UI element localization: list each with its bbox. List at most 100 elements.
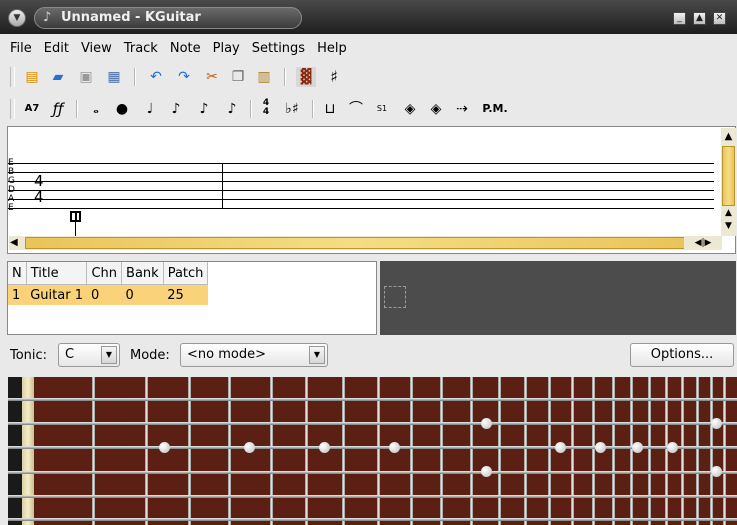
chevron-down-icon[interactable]: ▼ xyxy=(101,346,117,364)
let-ring-arrow-icon[interactable]: ⇢ xyxy=(452,99,472,119)
table-cell: 0 xyxy=(121,284,164,305)
harmonic-icon[interactable]: ◈ xyxy=(400,99,420,119)
fret-marker[interactable] xyxy=(711,418,722,429)
column-header[interactable]: N xyxy=(8,262,27,285)
tonic-label: Tonic: xyxy=(10,348,48,363)
edit-cursor xyxy=(70,211,81,222)
note-toolbar: A7 ƒƒ 𝅝 ● ♩ ♪ ♪ ♪ 4 4 ♭♯ ⊔ ⌒ S1 ◈ ◈ ⇢ P.… xyxy=(0,96,737,122)
fret-marker[interactable] xyxy=(667,442,678,453)
bar-line xyxy=(222,163,223,209)
fret-marker[interactable] xyxy=(481,418,492,429)
pattern-cell[interactable] xyxy=(384,286,406,308)
fret-marker[interactable] xyxy=(632,442,643,453)
mode-label: Mode: xyxy=(130,348,170,363)
fret-marker[interactable] xyxy=(595,442,606,453)
menu-bar: File Edit View Track Note Play Settings Help xyxy=(0,38,737,60)
menu-note[interactable]: Note xyxy=(164,38,207,60)
table-cell: Guitar 1 xyxy=(26,284,87,305)
new-file-icon[interactable]: ▤ xyxy=(22,67,42,87)
scroll-left-right-arrows-icon[interactable]: ◀|▶ xyxy=(684,236,722,250)
fret-marker[interactable] xyxy=(244,442,255,453)
scroll-left-arrow-icon[interactable]: ◀ xyxy=(10,236,22,250)
sixteenth-note-icon[interactable]: ♪ xyxy=(194,99,214,119)
key-signature-icon[interactable]: ♭♯ xyxy=(282,99,302,119)
toolbar-separator xyxy=(250,100,252,118)
column-header[interactable]: Patch xyxy=(163,262,209,285)
undo-icon[interactable]: ↶ xyxy=(146,67,166,87)
mode-select[interactable]: <no mode> ▼ xyxy=(180,343,328,367)
copy-icon[interactable]: ❐ xyxy=(228,67,248,87)
menu-file[interactable]: File xyxy=(0,38,38,60)
pen-icon[interactable]: ƒƒ xyxy=(48,99,68,119)
fret-marker[interactable] xyxy=(319,442,330,453)
table-cell: 0 xyxy=(86,284,122,305)
table-row[interactable]: 1 Guitar 1 0 0 25 xyxy=(8,284,208,305)
link-notes-icon[interactable]: ⊔ xyxy=(320,99,340,119)
column-header[interactable]: Title xyxy=(26,262,88,285)
fret-marker[interactable] xyxy=(555,442,566,453)
fret-marker[interactable] xyxy=(159,442,170,453)
palm-mute-button[interactable]: P.M. xyxy=(480,99,510,119)
window-menu-button[interactable]: ▼ xyxy=(8,9,26,27)
toolbar-grip[interactable] xyxy=(10,99,15,119)
toolbar-separator xyxy=(284,68,286,86)
column-header[interactable]: Chn xyxy=(86,262,123,285)
string-label: E xyxy=(8,203,14,213)
tie-icon[interactable]: ⌒ xyxy=(346,99,366,119)
menu-edit[interactable]: Edit xyxy=(38,38,75,60)
chord-button[interactable]: A7 xyxy=(22,99,42,119)
whole-note-icon[interactable]: 𝅝 xyxy=(86,99,106,119)
tab-horizontal-scrollbar[interactable]: ◀ xyxy=(9,236,719,250)
cut-icon[interactable]: ✂ xyxy=(202,67,222,87)
print-icon[interactable]: ▦ xyxy=(104,67,124,87)
paste-icon[interactable]: ▥ xyxy=(254,67,274,87)
redo-icon[interactable]: ↷ xyxy=(174,67,194,87)
thirty-second-note-icon[interactable]: ♪ xyxy=(222,99,242,119)
toolbar-separator xyxy=(134,68,136,86)
scroll-up-arrow-icon[interactable]: ▲ xyxy=(722,130,735,143)
tab-vertical-scrollbar[interactable]: ▲ ▲ ▼ xyxy=(721,128,736,236)
tab-note[interactable]: 4 xyxy=(34,190,44,205)
minimize-button[interactable]: _ xyxy=(673,12,686,25)
toolbar-grip[interactable] xyxy=(10,67,15,87)
tab-note[interactable]: 4 xyxy=(34,174,44,189)
menu-view[interactable]: View xyxy=(75,38,118,60)
half-note-icon[interactable]: ● xyxy=(112,99,132,119)
tonic-select[interactable]: C ▼ xyxy=(58,343,120,367)
tab-view-icon[interactable]: ▓ xyxy=(296,67,316,87)
vertical-scroll-thumb[interactable] xyxy=(722,146,735,206)
app-guitar-icon: ♪ xyxy=(43,10,52,25)
quarter-note-icon[interactable]: ♩ xyxy=(140,99,160,119)
artificial-harmonic-icon[interactable]: ◈ xyxy=(426,99,446,119)
main-toolbar: ▤ ▰ ▣ ▦ ↶ ↷ ✂ ❐ ▥ ▓ ♯ xyxy=(0,64,737,90)
menu-play[interactable]: Play xyxy=(207,38,246,60)
scroll-up-arrow-icon[interactable]: ▲ xyxy=(722,208,735,219)
table-cell: 25 xyxy=(163,284,208,305)
slide-button[interactable]: S1 xyxy=(372,99,392,119)
toolbar-separator xyxy=(76,100,78,118)
open-folder-icon[interactable]: ▰ xyxy=(48,67,68,87)
horizontal-scroll-thumb[interactable] xyxy=(25,237,685,249)
eighth-note-icon[interactable]: ♪ xyxy=(166,99,186,119)
note-stem xyxy=(75,222,76,236)
close-button[interactable]: ✕ xyxy=(713,12,726,25)
fret-marker[interactable] xyxy=(711,466,722,477)
scroll-down-arrow-icon[interactable]: ▼ xyxy=(722,221,735,232)
chevron-down-icon[interactable]: ▼ xyxy=(309,346,325,364)
track-pattern-view[interactable] xyxy=(380,261,736,335)
save-icon[interactable]: ▣ xyxy=(76,67,96,87)
options-button[interactable]: Options... xyxy=(630,343,734,367)
maximize-button[interactable]: ▲ xyxy=(693,12,706,25)
fret-marker[interactable] xyxy=(481,466,492,477)
fretboard[interactable] xyxy=(8,377,737,525)
menu-track[interactable]: Track xyxy=(118,38,164,60)
fret-marker[interactable] xyxy=(389,442,400,453)
menu-help[interactable]: Help xyxy=(311,38,353,60)
score-view-icon[interactable]: ♯ xyxy=(324,67,344,87)
menu-settings[interactable]: Settings xyxy=(246,38,311,60)
tab-editor[interactable]: E B G D A E 4 4 xyxy=(7,126,736,254)
column-header[interactable]: Bank xyxy=(121,262,164,285)
track-list[interactable]: N Title Chn Bank Patch 1 Guitar 1 0 0 25 xyxy=(7,261,377,335)
window-title: ♪ Unnamed - KGuitar xyxy=(34,7,302,29)
time-signature-button[interactable]: 4 4 xyxy=(256,99,276,119)
